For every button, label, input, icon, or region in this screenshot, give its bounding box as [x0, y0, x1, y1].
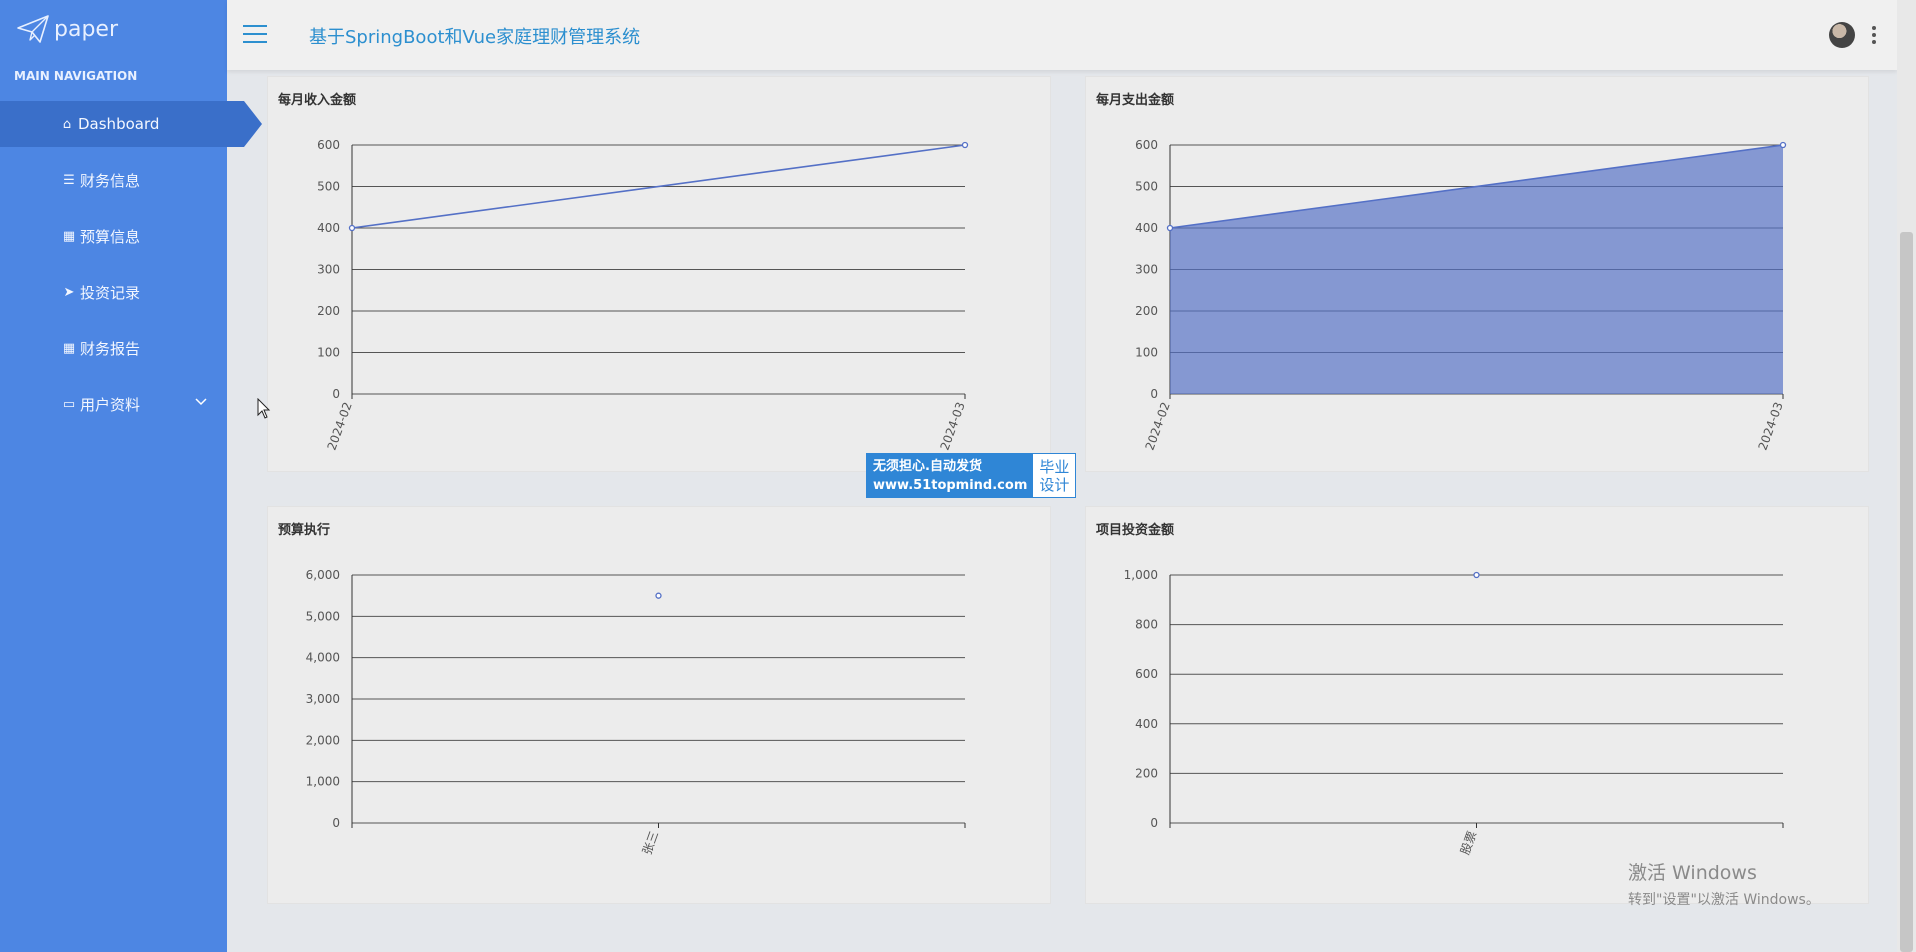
sidebar-item-dashboard[interactable]: ⌂ Dashboard — [0, 101, 262, 147]
y-tick-label: 0 — [1150, 387, 1158, 401]
page-title: 基于SpringBoot和Vue家庭理财管理系统 — [309, 27, 641, 48]
sidebar-item-label: 财务报告 — [80, 339, 141, 358]
y-tick-label: 200 — [1135, 766, 1158, 780]
x-tick-label: 2024-02 — [1143, 400, 1173, 452]
x-tick-label: 张三 — [640, 829, 661, 856]
x-tick-label: 股票 — [1458, 829, 1479, 856]
y-tick-label: 300 — [1135, 263, 1158, 277]
y-tick-label: 100 — [1135, 346, 1158, 360]
y-tick-label: 0 — [332, 816, 340, 830]
activation-subtitle: 转到"设置"以激活 Windows。 — [1628, 892, 1820, 908]
y-tick-label: 2,000 — [306, 733, 340, 747]
chevron-down-icon — [195, 395, 207, 410]
sidebar-item-finance-info[interactable]: ☰ 财务信息 — [0, 157, 227, 203]
data-point — [1473, 571, 1480, 579]
series-area — [1170, 145, 1783, 394]
mouse-cursor-icon — [257, 398, 271, 419]
sliders-icon: ☰ — [63, 172, 75, 188]
y-tick-label: 800 — [1135, 618, 1158, 632]
watermark-badge[interactable]: 无须担心.自动发货 www.51topmind.com 毕业 设计 — [866, 453, 1077, 498]
y-tick-label: 1,000 — [306, 775, 340, 789]
top-header: 基于SpringBoot和Vue家庭理财管理系统 — [227, 0, 1897, 70]
y-tick-label: 200 — [1135, 304, 1158, 318]
budget-chart: 0 1,000 2,000 3,000 4,000 5,000 6,000 张三 — [306, 568, 966, 857]
investment-chart: 0 200 400 600 800 1,000 股票 — [1124, 568, 1784, 857]
y-tick-label: 0 — [332, 387, 340, 401]
sidebar-item-label: 财务信息 — [80, 171, 141, 190]
income-chart: 0 100 200 300 400 500 600 2024-02 2024-03 — [317, 138, 969, 452]
budget-chart-panel: 预算执行 0 1,000 2,000 3,000 4,000 5,000 6,000 张三 — [267, 506, 1051, 904]
main-nav: ⌂ Dashboard ☰ 财务信息 ▦ 预算信息 ➤ 投资记录 ▦ 财务报告 … — [0, 101, 262, 437]
y-tick-label: 400 — [1135, 717, 1158, 731]
expense-chart: 0 100 200 300 400 500 600 2024-02 2024-03 — [1135, 138, 1787, 452]
hamburger-menu-icon[interactable] — [243, 25, 267, 43]
sidebar-item-label: Dashboard — [78, 115, 160, 133]
y-tick-label: 4,000 — [306, 651, 340, 665]
y-tick-label: 300 — [317, 263, 340, 277]
sidebar-item-finance-report[interactable]: ▦ 财务报告 — [0, 325, 227, 371]
home-icon: ⌂ — [62, 116, 72, 132]
expense-chart-panel: 每月支出金额 0 100 200 300 400 500 600 2024-02 2024-03 — [1085, 76, 1869, 472]
send-icon: ➤ — [63, 284, 75, 300]
scrollbar-thumb[interactable] — [1900, 232, 1913, 952]
y-tick-label: 6,000 — [306, 568, 340, 582]
y-tick-label: 400 — [1135, 221, 1158, 235]
more-vertical-icon[interactable] — [1871, 26, 1877, 44]
sidebar-item-label: 投资记录 — [80, 283, 141, 302]
y-tick-label: 500 — [1135, 180, 1158, 194]
app-logo[interactable]: paper — [16, 14, 118, 44]
activation-title: 激活 Windows — [1628, 862, 1757, 884]
data-point — [961, 141, 969, 149]
badge-line1: 无须担心.自动发货 — [873, 458, 982, 474]
grid-icon: ▦ — [62, 340, 76, 356]
data-point — [348, 224, 356, 232]
x-tick-label: 2024-02 — [325, 400, 355, 452]
y-tick-label: 100 — [317, 346, 340, 360]
y-tick-label: 600 — [1135, 667, 1158, 681]
income-chart-panel: 每月收入金额 0 100 200 300 400 500 600 2024-02 2024-03 — [267, 76, 1051, 472]
y-tick-label: 600 — [317, 138, 340, 152]
page-scrollbar[interactable] — [1897, 0, 1916, 952]
data-point — [1166, 224, 1174, 232]
logo-text: paper — [54, 16, 118, 42]
y-tick-label: 0 — [1150, 816, 1158, 830]
investment-chart-panel: 项目投资金额 0 200 400 600 800 1,000 股票 — [1085, 506, 1869, 904]
data-point — [655, 592, 662, 599]
x-tick-label: 2024-03 — [1756, 400, 1786, 452]
sidebar: paper MAIN NAVIGATION ⌂ Dashboard ☰ 财务信息… — [0, 0, 262, 952]
y-tick-label: 500 — [317, 180, 340, 194]
badge-right2: 设计 — [1039, 475, 1070, 494]
sidebar-item-label: 预算信息 — [80, 227, 141, 246]
sidebar-item-investment-records[interactable]: ➤ 投资记录 — [0, 269, 227, 315]
card-icon: ▭ — [62, 396, 76, 412]
y-tick-label: 400 — [317, 221, 340, 235]
y-tick-label: 5,000 — [306, 609, 340, 623]
paper-plane-icon — [17, 15, 49, 43]
sidebar-item-user-profile[interactable]: ▭ 用户资料 — [0, 381, 227, 427]
avatar[interactable] — [1829, 22, 1855, 48]
y-tick-label: 1,000 — [1124, 568, 1158, 582]
badge-right1: 毕业 — [1039, 457, 1070, 476]
y-tick-label: 3,000 — [306, 692, 340, 706]
sidebar-item-budget-info[interactable]: ▦ 预算信息 — [0, 213, 227, 259]
grid-icon: ▦ — [62, 228, 76, 244]
badge-line2: www.51topmind.com — [873, 477, 1028, 493]
y-tick-label: 200 — [317, 304, 340, 318]
windows-activation-watermark: 激活 Windows 转到"设置"以激活 Windows。 — [1628, 858, 1820, 909]
data-point — [1779, 141, 1787, 149]
x-tick-label: 2024-03 — [938, 400, 968, 452]
nav-heading: MAIN NAVIGATION — [14, 69, 138, 83]
y-tick-label: 600 — [1135, 138, 1158, 152]
sidebar-item-label: 用户资料 — [80, 395, 141, 414]
